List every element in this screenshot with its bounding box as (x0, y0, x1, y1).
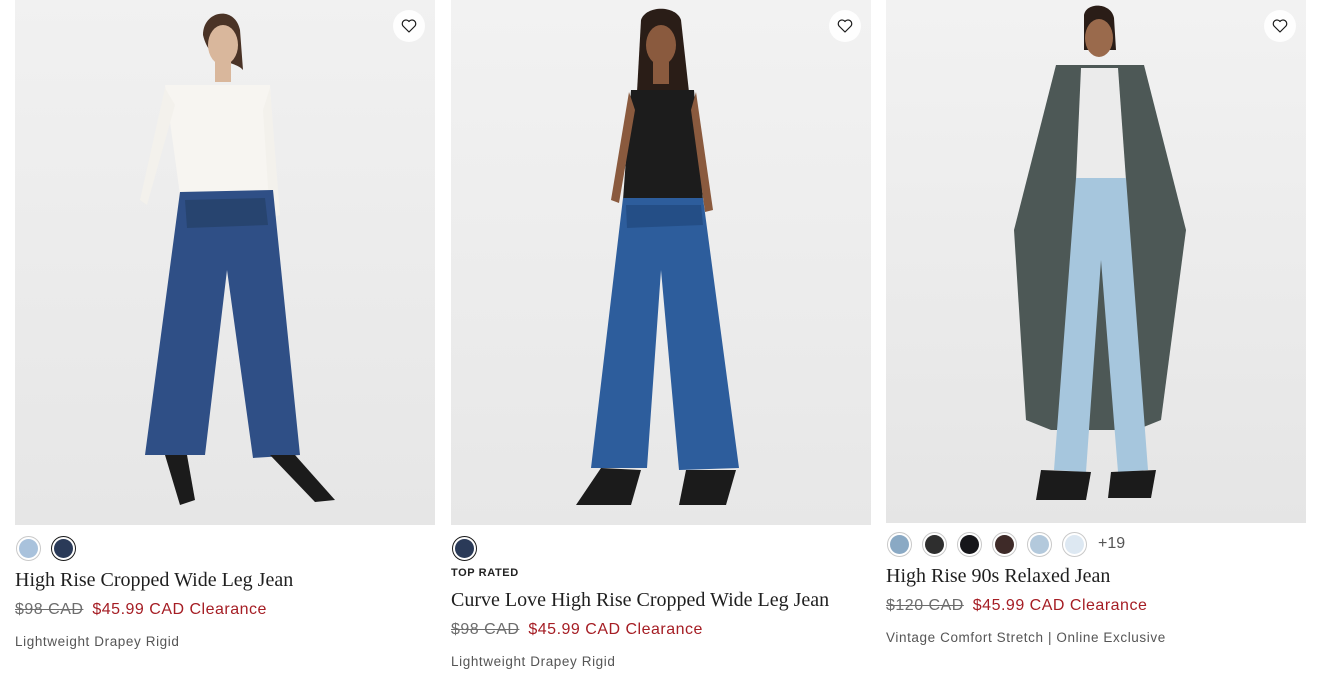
color-swatch-dot (19, 538, 38, 558)
product-name[interactable]: High Rise Cropped Wide Leg Jean (15, 567, 435, 593)
more-colors-link[interactable]: +19 (1098, 535, 1125, 553)
product-name[interactable]: High Rise 90s Relaxed Jean (886, 563, 1306, 589)
color-swatch-dot (455, 538, 474, 558)
wishlist-button[interactable] (393, 10, 425, 42)
product-price: $98 CAD $45.99 CAD Clearance (451, 620, 871, 640)
original-price: $98 CAD (451, 621, 520, 638)
color-swatch[interactable] (16, 535, 41, 561)
fit-description: Vintage Comfort Stretch | Online Exclusi… (886, 630, 1166, 645)
color-swatch-dot (54, 538, 73, 558)
product-image[interactable] (451, 0, 871, 525)
color-swatches (451, 533, 871, 563)
product-price: $98 CAD $45.99 CAD Clearance (15, 600, 435, 620)
sale-price: $45.99 CAD (972, 597, 1065, 614)
color-swatch[interactable] (1027, 531, 1052, 557)
fit-description: Lightweight Drapey Rigid (15, 634, 180, 649)
product-card[interactable]: +19 High Rise 90s Relaxed Jean $120 CAD … (886, 0, 1306, 646)
heart-outline-icon (401, 19, 417, 33)
product-image[interactable] (886, 0, 1306, 523)
color-swatch-selected[interactable] (452, 535, 477, 561)
color-swatch-dot (890, 534, 909, 554)
original-price: $120 CAD (886, 597, 964, 614)
color-swatch[interactable] (992, 531, 1017, 557)
color-swatch-dot (960, 534, 979, 554)
product-card[interactable]: TOP RATED Curve Love High Rise Cropped W… (451, 0, 871, 670)
sale-price: $45.99 CAD (92, 601, 185, 618)
sale-price: $45.99 CAD (528, 621, 621, 638)
wishlist-button[interactable] (1264, 10, 1296, 42)
color-swatches: +19 (886, 529, 1306, 559)
color-swatch[interactable] (1062, 531, 1087, 557)
color-swatch-dot (925, 534, 944, 554)
top-rated-badge: TOP RATED (451, 567, 519, 579)
sale-label: Clearance (625, 621, 703, 638)
heart-outline-icon (1272, 19, 1288, 33)
product-name[interactable]: Curve Love High Rise Cropped Wide Leg Je… (451, 587, 871, 613)
product-price: $120 CAD $45.99 CAD Clearance (886, 596, 1306, 616)
color-swatch-dot (995, 534, 1014, 554)
color-swatches (15, 533, 435, 563)
color-swatch-dot (1065, 534, 1084, 554)
fit-description: Lightweight Drapey Rigid (451, 654, 616, 669)
color-swatch[interactable] (887, 531, 912, 557)
sale-label: Clearance (189, 601, 267, 618)
color-swatch-dot (1030, 534, 1049, 554)
sale-label: Clearance (1069, 597, 1148, 614)
heart-outline-icon (837, 19, 853, 33)
color-swatch[interactable] (957, 531, 982, 557)
product-image[interactable] (15, 0, 435, 525)
original-price: $98 CAD (15, 601, 84, 618)
wishlist-button[interactable] (829, 10, 861, 42)
color-swatch-selected[interactable] (51, 535, 76, 561)
color-swatch[interactable] (922, 531, 947, 557)
product-card[interactable]: High Rise Cropped Wide Leg Jean $98 CAD … (15, 0, 435, 650)
